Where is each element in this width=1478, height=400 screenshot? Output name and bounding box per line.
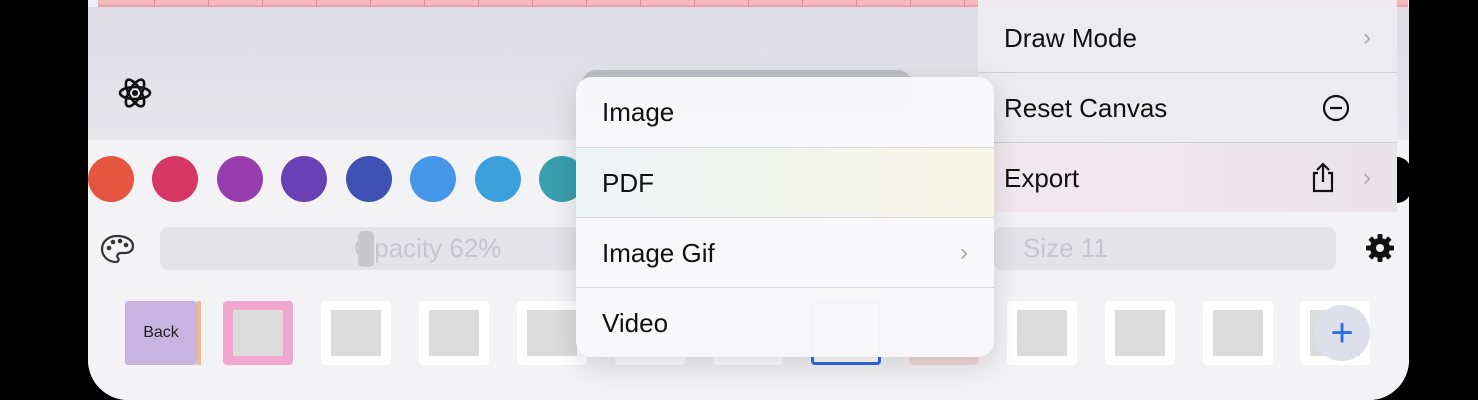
context-menu: Draw Mode › Reset Canvas Export ›: [978, 0, 1397, 212]
back-label: Back: [143, 324, 179, 341]
menu-item-image[interactable]: Image: [576, 77, 994, 147]
chevron-right-icon: ›: [960, 239, 968, 266]
canvas-grid-tick: [154, 0, 155, 7]
back-frame-button[interactable]: Back: [125, 301, 201, 365]
menu-item-label: Image Gif: [602, 237, 715, 268]
menu-item-label: Export: [1004, 162, 1080, 193]
export-submenu: Image PDF Image Gif › Video: [576, 77, 994, 357]
color-swatch[interactable]: [88, 156, 134, 202]
frame-preview: [1017, 310, 1067, 356]
opacity-slider[interactable]: Opacity 62%: [160, 227, 590, 270]
canvas-grid-tick: [964, 0, 965, 7]
plus-icon: +: [1330, 310, 1354, 355]
size-slider[interactable]: Size 11: [994, 227, 1336, 270]
canvas-grid-tick: [802, 0, 803, 7]
canvas-grid-tick: [694, 0, 695, 7]
share-icon: [1312, 162, 1334, 193]
canvas-grid-tick: [478, 0, 479, 7]
menu-item-label: Video: [602, 307, 669, 338]
color-swatch[interactable]: [152, 156, 198, 202]
frame-thumbnail[interactable]: [321, 301, 391, 365]
window-edge: [1397, 157, 1411, 203]
add-frame-button[interactable]: +: [1314, 305, 1370, 361]
canvas-grid-tick: [208, 0, 209, 7]
canvas-grid-tick: [748, 0, 749, 7]
canvas-grid-tick: [370, 0, 371, 7]
menu-item-image-gif[interactable]: Image Gif ›: [576, 218, 994, 288]
color-swatch[interactable]: [281, 156, 327, 202]
frame-thumbnail[interactable]: [419, 301, 489, 365]
minus-circle-icon: [1322, 94, 1350, 122]
frame-preview: [233, 310, 283, 356]
color-swatch[interactable]: [346, 156, 392, 202]
color-swatch[interactable]: [217, 156, 263, 202]
canvas-grid-tick: [424, 0, 425, 7]
menu-item-label: Reset Canvas: [1004, 92, 1168, 123]
frame-preview: [527, 310, 577, 356]
canvas-grid-tick: [586, 0, 587, 7]
frame-preview: [429, 310, 479, 356]
canvas-grid-tick: [532, 0, 533, 7]
canvas-grid-tick: [856, 0, 857, 7]
canvas-grid-tick: [316, 0, 317, 7]
canvas-grid-tick: [262, 0, 263, 7]
menu-item-reset-canvas[interactable]: Reset Canvas: [978, 73, 1397, 143]
frame-thumbnail[interactable]: [1007, 301, 1077, 365]
menu-item-pdf[interactable]: PDF: [576, 148, 994, 218]
gear-icon[interactable]: [1365, 233, 1395, 263]
chevron-right-icon: ›: [1363, 24, 1371, 51]
frame-thumbnail[interactable]: [1203, 301, 1273, 365]
frame-preview: [331, 310, 381, 356]
frame-preview: [1213, 310, 1263, 356]
canvas-grid-tick: [910, 0, 911, 7]
menu-item-video[interactable]: Video: [576, 288, 994, 357]
frame-thumbnail[interactable]: [223, 301, 293, 365]
canvas-grid-tick: [640, 0, 641, 7]
frame-preview: [1115, 310, 1165, 356]
frame-thumbnail[interactable]: [1105, 301, 1175, 365]
palette-icon[interactable]: [100, 234, 134, 264]
menu-item-draw-mode[interactable]: Draw Mode ›: [978, 3, 1397, 73]
menu-item-label: Draw Mode: [1004, 22, 1137, 53]
color-swatch[interactable]: [475, 156, 521, 202]
menu-item-label: PDF: [602, 167, 654, 198]
chevron-right-icon: ›: [1363, 164, 1371, 191]
size-label: Size 11: [1023, 233, 1108, 263]
color-swatch[interactable]: [410, 156, 456, 202]
opacity-slider-knob[interactable]: [358, 231, 374, 267]
menu-item-export[interactable]: Export ›: [978, 143, 1397, 212]
opacity-label: Opacity 62%: [354, 233, 502, 263]
atom-icon[interactable]: [118, 76, 152, 110]
menu-item-label: Image: [602, 96, 675, 127]
